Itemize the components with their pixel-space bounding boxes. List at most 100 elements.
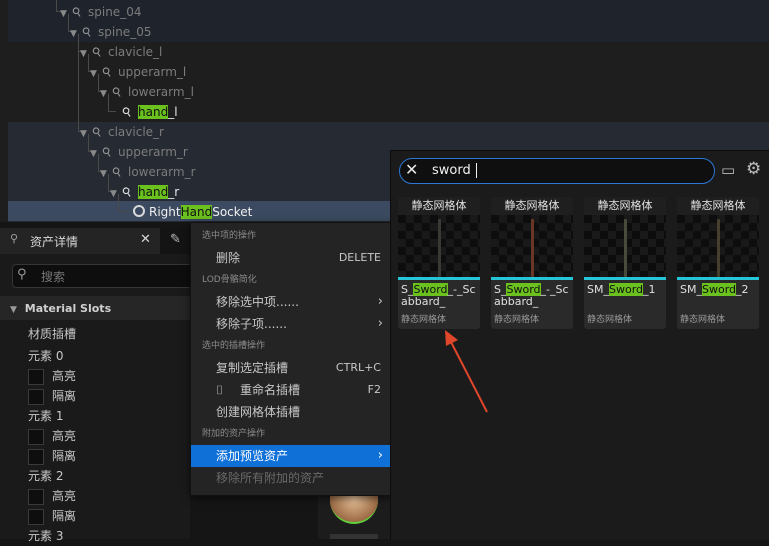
menu-item-remove-children[interactable]: 移除子项...... ›	[191, 313, 391, 335]
submenu-arrow-icon: ›	[377, 294, 383, 309]
asset-type-footer: 静态网格体	[401, 315, 447, 325]
asset-type: 静态网格体	[398, 197, 480, 215]
bone-name: upperarm_l	[118, 65, 187, 79]
search-match: hand	[138, 105, 169, 119]
highlight-checkbox[interactable]	[28, 428, 44, 445]
element-1-highlight: 高亮	[0, 426, 190, 446]
tree-row-spine-05[interactable]: ▼ ⚲ spine_05	[70, 22, 151, 42]
menu-section-header: LOD骨骼简化	[202, 275, 257, 285]
highlight-checkbox[interactable]	[28, 368, 44, 385]
gear-icon[interactable]: ⚙	[746, 159, 761, 179]
asset-type: 静态网格体	[677, 197, 759, 215]
annotation-arrow	[445, 330, 488, 413]
tab-label: 资产详情	[30, 235, 79, 249]
tree-row-lowerarm-l[interactable]: ▼ ⚲ lowerarm_l	[100, 82, 194, 102]
bone-name: _l	[168, 105, 178, 119]
sword-blade	[717, 219, 720, 277]
element-2-label: 元素 2	[28, 469, 64, 483]
highlight-checkbox[interactable]	[28, 488, 44, 505]
isolate-checkbox[interactable]	[28, 448, 44, 465]
rename-icon: ⌷	[216, 383, 224, 397]
bone-name: spine_05	[98, 25, 152, 39]
shortcut-label: F2	[367, 383, 381, 396]
clear-search-icon[interactable]: ✕	[405, 160, 418, 179]
element-1-label: 元素 1	[28, 409, 64, 423]
material-slots-header[interactable]: ▼ Material Slots	[0, 296, 190, 320]
search-value: sword	[432, 163, 471, 178]
asset-tile[interactable]: 静态网格体 S_Sword_-_Scabbard_ 静态网格体	[491, 197, 573, 329]
collapse-arrow-icon[interactable]: ▼	[10, 305, 17, 315]
bone-name: _r	[168, 185, 180, 199]
socket-name: Right	[149, 205, 181, 219]
search-icon: ⚲	[17, 267, 27, 282]
tree-row-right-hand-socket[interactable]: RightHandSocket	[133, 202, 252, 222]
shortcut-label: CTRL+C	[335, 361, 381, 374]
element-2-highlight: 高亮	[0, 486, 190, 506]
bone-name: clavicle_r	[108, 125, 164, 139]
asset-tile[interactable]: 静态网格体 S_Sword_-_Scabbard_ 静态网格体	[398, 197, 480, 329]
edit-icon[interactable]: ✎	[170, 232, 181, 247]
menu-section-header: 选中项的操作	[202, 231, 257, 241]
sword-blade	[438, 219, 441, 277]
asset-name: SM_Sword_1	[587, 283, 656, 296]
asset-thumbnail	[491, 215, 573, 277]
tree-row-lowerarm-r[interactable]: ▼ ⚲ lowerarm_r	[100, 162, 196, 182]
close-icon[interactable]: ✕	[140, 232, 151, 247]
section-title: Material Slots	[24, 302, 112, 315]
asset-tile[interactable]: 静态网格体 SM_Sword_1 静态网格体	[584, 197, 666, 329]
context-menu: 选中项的操作 删除 DELETE LOD骨骼简化 移除选中项...... › 移…	[190, 222, 392, 496]
menu-item-copy-socket[interactable]: 复制选定插槽 CTRL+C	[191, 357, 391, 379]
tree-row-spine-04[interactable]: ▼ ⚲ spine_04	[60, 2, 141, 22]
arrow-line	[449, 339, 488, 413]
asset-details-panel: ⚲ 资产详情 ✕ ✎ ⚲ 搜索 ▼ Material Slots 材质插槽 元素…	[0, 228, 204, 543]
menu-item-rename-socket[interactable]: ⌷ 重命名插槽 F2	[191, 379, 391, 401]
element-0-highlight: 高亮	[0, 366, 190, 386]
tab-asset-details[interactable]: ⚲ 资产详情 ✕	[0, 228, 160, 254]
tree-row-clavicle-r[interactable]: ▼ ⚲ clavicle_r	[80, 122, 164, 142]
asset-name: SM_Sword_2	[680, 283, 749, 296]
isolate-checkbox[interactable]	[28, 388, 44, 405]
tree-row-clavicle-l[interactable]: ▼ ⚲ clavicle_l	[80, 42, 162, 62]
search-match: hand	[138, 185, 169, 199]
material-thumbnail[interactable]	[330, 534, 378, 539]
menu-item-add-preview-asset[interactable]: 添加预览资产 ›	[191, 445, 391, 467]
element-0-label: 元素 0	[28, 349, 64, 363]
bone-name: upperarm_r	[118, 145, 188, 159]
search-input[interactable]: ⚲ 搜索	[12, 264, 204, 288]
element-0-isolate: 隔离	[0, 386, 190, 406]
isolate-checkbox[interactable]	[28, 508, 44, 525]
submenu-arrow-icon: ›	[377, 448, 383, 463]
sword-blade	[531, 219, 534, 277]
tree-row-hand-r[interactable]: ▼ ⚲ hand_r	[110, 182, 179, 202]
shortcut-label: DELETE	[338, 251, 381, 264]
menu-item-remove-selected[interactable]: 移除选中项...... ›	[191, 291, 391, 313]
search-match: Hand	[180, 205, 213, 219]
asset-thumbnail	[398, 215, 480, 277]
bone-name: clavicle_l	[108, 45, 163, 59]
tree-row-upperarm-r[interactable]: ▼ ⚲ upperarm_r	[90, 142, 188, 162]
tree-row-upperarm-l[interactable]: ▼ ⚲ upperarm_l	[90, 62, 186, 82]
asset-thumbnail	[584, 215, 666, 277]
folder-icon[interactable]: ▭	[721, 161, 735, 179]
menu-section-header: 选中的插槽操作	[202, 341, 266, 351]
menu-item-delete[interactable]: 删除 DELETE	[191, 247, 391, 269]
menu-item-create-mesh-socket[interactable]: 创建网格体插槽	[191, 401, 391, 423]
material-thumbnail[interactable]	[330, 492, 378, 524]
details-icon: ⚲	[10, 232, 19, 245]
asset-type: 静态网格体	[584, 197, 666, 215]
menu-item-remove-all-attached: 移除所有附加的资产	[216, 471, 325, 485]
material-preview-column	[318, 492, 390, 539]
menu-section-header: 附加的资产操作	[202, 429, 266, 439]
asset-search-input[interactable]: ✕ sword	[399, 158, 715, 184]
bone-name: spine_04	[88, 5, 142, 19]
element-1-isolate: 隔离	[0, 446, 190, 466]
text-caret	[476, 163, 477, 178]
material-slot-row: 材质插槽	[0, 324, 190, 344]
asset-type: 静态网格体	[491, 197, 573, 215]
asset-type-footer: 静态网格体	[680, 315, 726, 325]
tree-row-hand-l[interactable]: ⚲ hand_l	[119, 102, 178, 122]
asset-tile[interactable]: 静态网格体 SM_Sword_2 静态网格体	[677, 197, 759, 329]
asset-type-footer: 静态网格体	[587, 315, 633, 325]
bone-name: lowerarm_l	[128, 85, 194, 99]
element-2-isolate: 隔离	[0, 506, 190, 526]
